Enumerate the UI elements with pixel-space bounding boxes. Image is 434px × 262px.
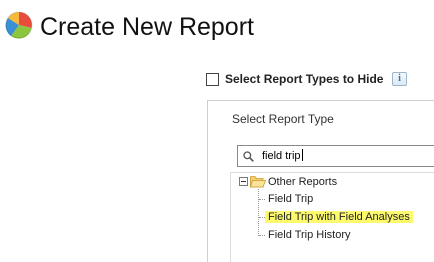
info-icon-glyph: i [398,73,401,84]
report-icon [5,11,33,39]
search-value[interactable]: field trip [262,149,303,162]
hide-report-types-label[interactable]: Select Report Types to Hide [225,72,383,86]
page-title: Create New Report [40,13,254,41]
tree-item-label: Field Trip History [268,229,351,241]
tree-item-label: Field Trip with Field Analyses [265,211,413,223]
tree-item-label: Field Trip [268,193,314,205]
search-icon [243,151,254,162]
tree-connector [259,199,265,200]
hide-report-types-option[interactable]: Select Report Types to Hide [206,71,383,87]
tree-folder-other-reports[interactable]: Other Reports [268,174,337,190]
folder-open-icon [250,176,266,188]
hide-report-types-checkbox[interactable] [206,72,219,86]
report-type-search-input[interactable]: field trip [237,145,434,167]
tree-connector [258,189,259,236]
tree-item[interactable]: Field Trip History [268,227,351,243]
select-report-type-label: Select Report Type [232,112,334,126]
tree-connector [259,235,265,236]
info-icon[interactable]: i [392,72,407,86]
tree-item[interactable]: Field Trip [268,191,313,207]
tree-item-selected[interactable]: Field Trip with Field Analyses [265,209,413,225]
tree-folder-label: Other Reports [268,176,338,188]
text-caret [301,149,303,161]
search-value-text: field trip [262,150,301,162]
collapse-toggle-icon[interactable] [239,177,248,186]
